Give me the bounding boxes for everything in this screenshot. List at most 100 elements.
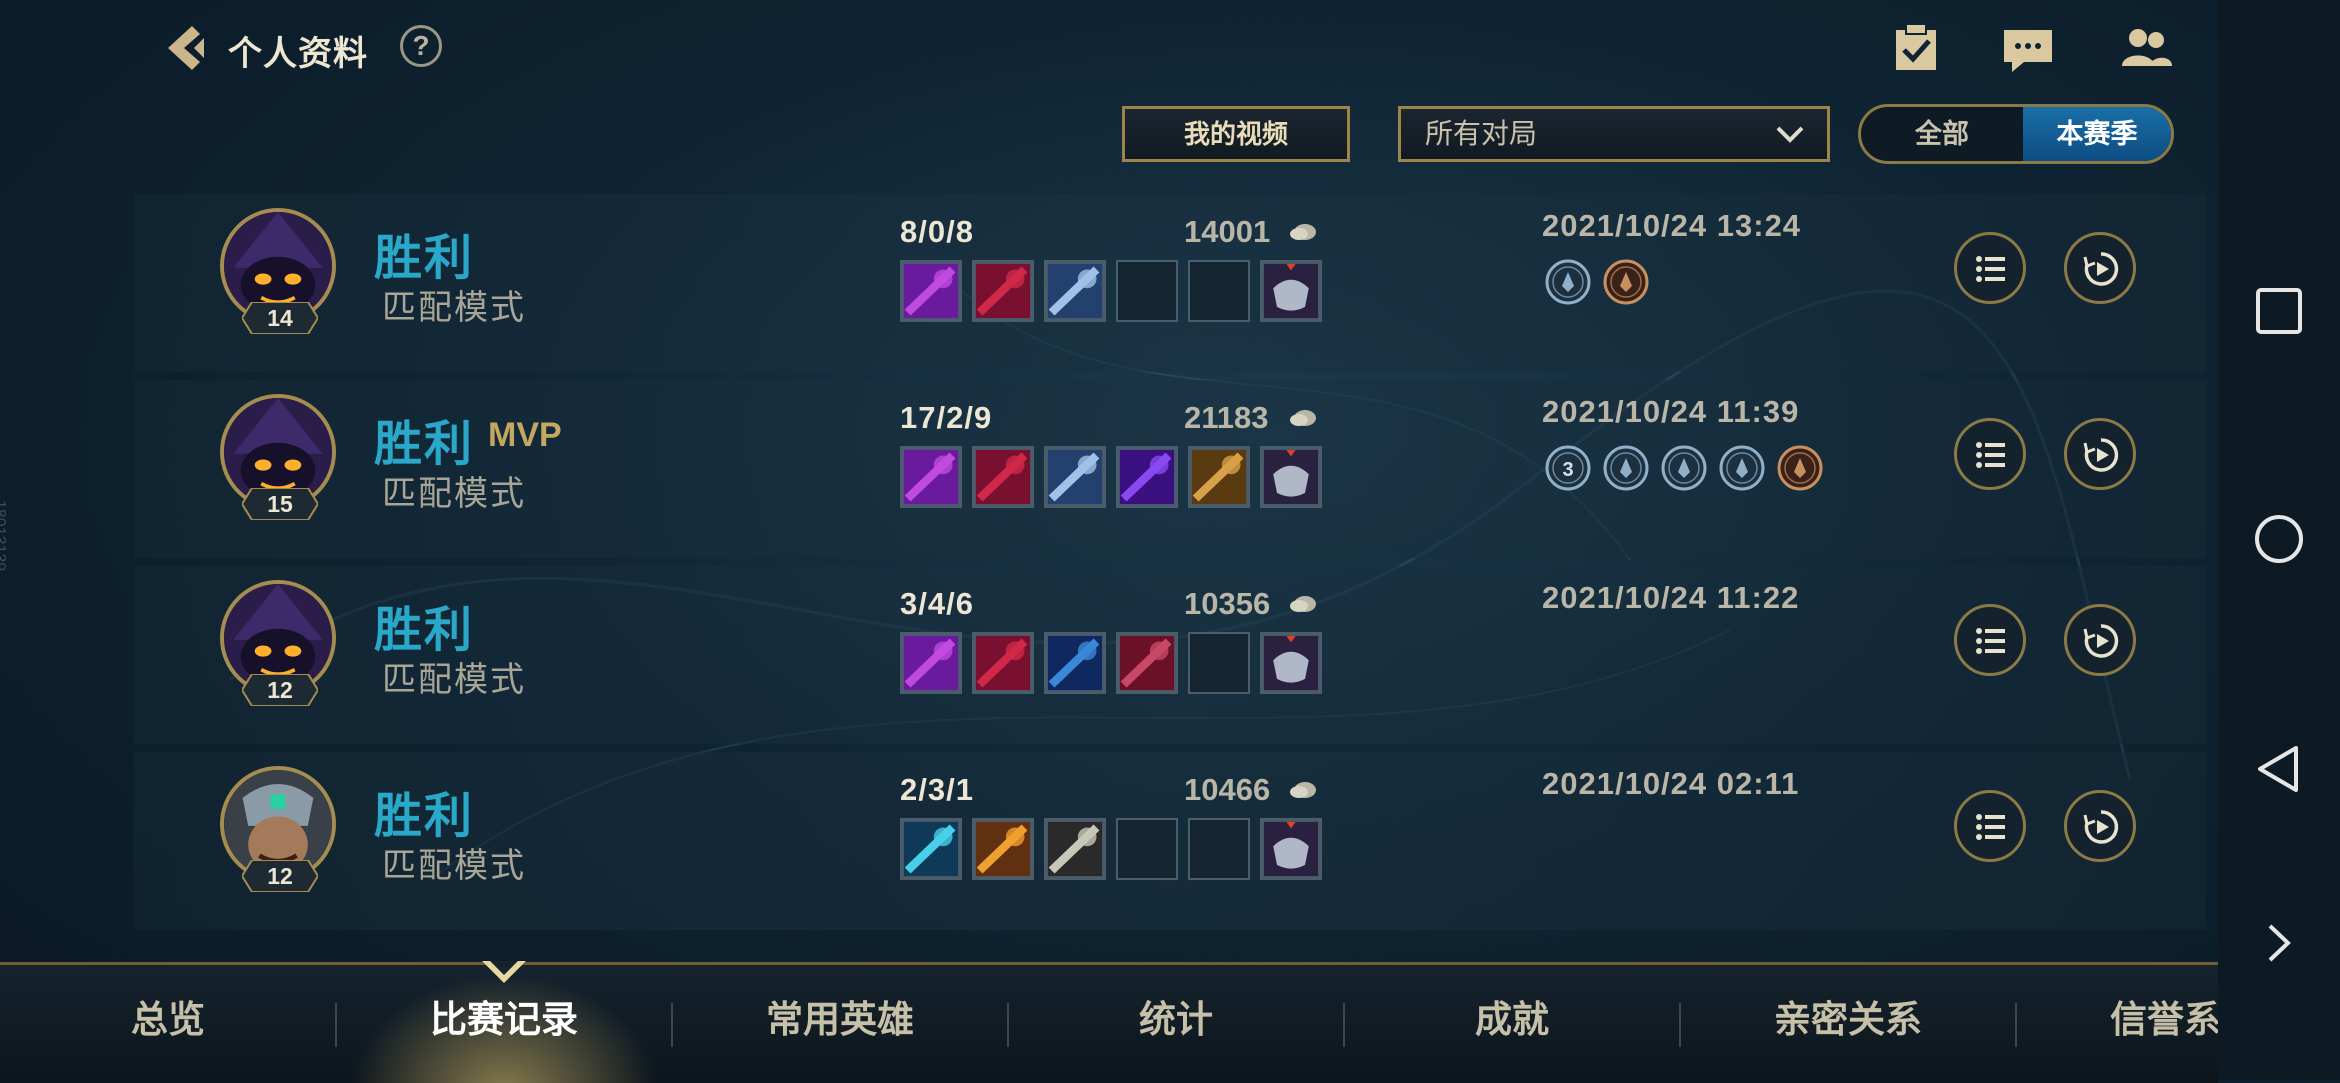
match-row[interactable]: 12 胜利 匹配模式 3/4/6 10356 2021/10/24 11:22 (134, 566, 2206, 744)
item-blue-wand-icon[interactable] (1044, 632, 1106, 694)
game-mode: 匹配模式 (382, 661, 526, 699)
match-replay-button[interactable] (2064, 790, 2136, 862)
item-blue-armor-icon[interactable] (1044, 446, 1106, 508)
item-gold-armor-icon[interactable] (1188, 446, 1250, 508)
match-row[interactable]: 15 胜利 MVP 匹配模式 17/2/9 21183 2021/10/24 11:39 3 (134, 380, 2206, 558)
match-time: 2021/10/24 11:22 (1542, 580, 1800, 615)
empty-item-slot[interactable] (1116, 260, 1178, 322)
game-mode: 匹配模式 (382, 475, 526, 513)
replay-icon (2083, 252, 2119, 286)
empty-item-slot[interactable] (1188, 818, 1250, 880)
item-trinket-icon[interactable] (1260, 260, 1322, 322)
blue-medal-icon[interactable] (1602, 444, 1650, 492)
item-red-helm-icon[interactable] (972, 260, 1034, 322)
chevron-right-icon[interactable] (2254, 918, 2304, 968)
bronze-medal-icon[interactable] (1776, 444, 1824, 492)
toggle-all[interactable]: 全部 (1861, 107, 2023, 161)
task-checklist-icon[interactable] (1888, 22, 1944, 76)
help-icon[interactable]: ? (400, 25, 442, 67)
game-mode: 匹配模式 (382, 847, 526, 885)
item-trinket-icon[interactable] (1260, 632, 1322, 694)
item-purple-orb-icon[interactable] (1116, 446, 1178, 508)
match-details-button[interactable] (1954, 418, 2026, 490)
nav-separator (1679, 1003, 1681, 1047)
system-navigation-bar (2218, 0, 2340, 1080)
recent-apps-icon[interactable] (2254, 286, 2304, 336)
gold-coins-icon (1290, 224, 1316, 240)
empty-item-slot[interactable] (1188, 260, 1250, 322)
match-result: 胜利 (374, 790, 475, 843)
chevron-down-icon (1776, 126, 1804, 143)
match-replay-button[interactable] (2064, 604, 2136, 676)
tab-overview[interactable]: 总览 (0, 965, 336, 1083)
match-row[interactable]: 14 胜利 匹配模式 8/0/8 14001 2021/10/24 13:24 (134, 194, 2206, 372)
match-replay-button[interactable] (2064, 418, 2136, 490)
match-time: 2021/10/24 02:11 (1542, 766, 1800, 801)
match-time: 2021/10/24 13:24 (1542, 208, 1802, 243)
blue-medal-icon[interactable] (1718, 444, 1766, 492)
list-icon (1976, 628, 2005, 654)
match-filter-value: 所有对局 (1425, 118, 1538, 149)
item-purple-staff-icon[interactable] (900, 632, 962, 694)
match-result: 胜利 (374, 232, 475, 285)
kda-score: 3/4/6 (900, 586, 974, 621)
item-red-book-icon[interactable] (1116, 632, 1178, 694)
empty-item-slot[interactable] (1116, 818, 1178, 880)
item-red-helm-icon[interactable] (972, 446, 1034, 508)
empty-item-slot[interactable] (1188, 632, 1250, 694)
nav-separator (1343, 1003, 1345, 1047)
match-row[interactable]: 12 胜利 匹配模式 2/3/1 10466 2021/10/24 02:11 (134, 752, 2206, 930)
kda-score: 17/2/9 (900, 400, 993, 435)
match-filter-dropdown[interactable]: 所有对局 (1398, 106, 1830, 162)
tab-common-heroes[interactable]: 常用英雄 (672, 965, 1008, 1083)
match-details-button[interactable] (1954, 232, 2026, 304)
blue-medal-icon[interactable] (1660, 444, 1708, 492)
game-mode: 匹配模式 (382, 289, 526, 327)
item-trinket-icon[interactable] (1260, 446, 1322, 508)
level-badge (242, 674, 318, 706)
match-details-button[interactable] (1954, 790, 2026, 862)
gold-coins-icon (1290, 410, 1316, 426)
match-time: 2021/10/24 11:39 (1542, 394, 1800, 429)
match-details-button[interactable] (1954, 604, 2026, 676)
replay-icon (2083, 624, 2119, 658)
nav-separator (2015, 1003, 2017, 1047)
season-toggle[interactable]: 全部 本赛季 (1858, 104, 2174, 164)
item-purple-staff-icon[interactable] (900, 260, 962, 322)
blue-medal-icon[interactable] (1544, 258, 1592, 306)
back-nav-icon[interactable] (2254, 744, 2304, 794)
friends-icon[interactable] (2118, 22, 2174, 76)
bronze-medal-icon[interactable] (1602, 258, 1650, 306)
level-badge (242, 860, 318, 892)
back-icon[interactable] (158, 20, 214, 76)
nav-separator (1007, 1003, 1009, 1047)
match-result: 胜利 (374, 418, 475, 471)
item-orange-gem-icon[interactable] (972, 818, 1034, 880)
list-icon (1976, 814, 2005, 840)
gold-coins-icon (1290, 596, 1316, 612)
replay-icon (2083, 810, 2119, 844)
tab-relationships[interactable]: 亲密关系 (1680, 965, 2016, 1083)
item-blue-armor-icon[interactable] (1044, 260, 1106, 322)
tab-stats[interactable]: 统计 (1008, 965, 1344, 1083)
watermark-text: 18013139 (0, 500, 8, 572)
item-cyan-claws-icon[interactable] (900, 818, 962, 880)
chat-icon[interactable] (2000, 22, 2056, 76)
bottom-nav: 总览 比赛记录 常用英雄 统计 成就 亲密关系 信誉系统 (0, 961, 2258, 1083)
page-title: 个人资料 (228, 35, 368, 73)
tab-achievements[interactable]: 成就 (1344, 965, 1680, 1083)
item-red-helm-icon[interactable] (972, 632, 1034, 694)
tab-match-history[interactable]: 比赛记录 (336, 965, 672, 1083)
item-purple-staff-icon[interactable] (900, 446, 962, 508)
item-trinket-icon[interactable] (1260, 818, 1322, 880)
gold-coins-icon (1290, 782, 1316, 798)
kda-score: 2/3/1 (900, 772, 974, 807)
home-icon[interactable] (2254, 514, 2304, 564)
my-videos-button[interactable]: 我的视频 (1122, 106, 1350, 162)
match-replay-button[interactable] (2064, 232, 2136, 304)
item-silver-blades-icon[interactable] (1044, 818, 1106, 880)
blue-medal-3-icon[interactable]: 3 (1544, 444, 1592, 492)
gold-earned: 10466 (1184, 772, 1271, 807)
toggle-this-season[interactable]: 本赛季 (2023, 107, 2171, 161)
mvp-badge: MVP (488, 416, 562, 454)
